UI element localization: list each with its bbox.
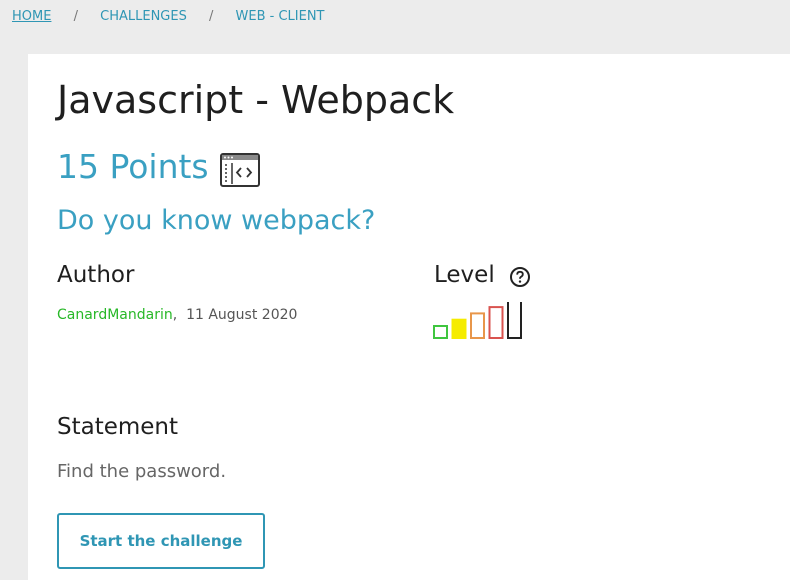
author-heading: Author: [57, 262, 135, 288]
author-separator: ,: [172, 307, 178, 323]
breadcrumb: HOME / CHALLENGES / WEB - CLIENT: [12, 9, 325, 24]
level-bar-3: [470, 312, 485, 339]
breadcrumb-separator: /: [208, 9, 214, 24]
author-line: CanardMandarin, 11 August 2020: [57, 305, 297, 325]
start-challenge-button[interactable]: Start the challenge: [57, 513, 265, 569]
statement-text: Find the password.: [57, 461, 227, 482]
breadcrumb-challenges-link[interactable]: CHALLENGES: [100, 9, 187, 24]
level-bar-4: [488, 306, 504, 339]
level-bar-2: [451, 318, 467, 339]
breadcrumb-home-link[interactable]: HOME: [12, 9, 51, 24]
breadcrumb-category-link[interactable]: WEB - CLIENT: [236, 9, 325, 24]
level-bar-5: [507, 302, 522, 340]
level-heading: Level: [434, 262, 495, 288]
level-bar-1: [433, 325, 448, 339]
breadcrumb-separator: /: [73, 9, 78, 24]
statement-heading: Statement: [57, 414, 179, 440]
publish-date: 11 August 2020: [186, 307, 298, 323]
question-circle-icon[interactable]: [509, 266, 531, 288]
browser-code-icon: [220, 153, 260, 187]
challenge-title: Javascript - Webpack: [57, 78, 455, 122]
challenge-subtitle: Do you know webpack?: [57, 205, 376, 236]
challenge-points: 15 Points: [57, 147, 209, 186]
author-link[interactable]: CanardMandarin: [57, 307, 173, 323]
difficulty-level-indicator: [433, 302, 522, 340]
